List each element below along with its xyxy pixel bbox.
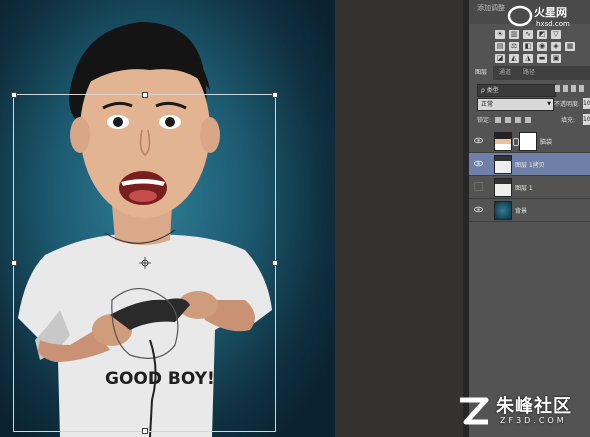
- tab-channels[interactable]: 通道: [493, 66, 517, 80]
- selective-color-icon[interactable]: ▣: [551, 54, 561, 63]
- eye-icon[interactable]: [474, 136, 483, 145]
- transform-handle-top-right[interactable]: [272, 92, 278, 98]
- layer-thumbnail: [494, 178, 512, 197]
- transform-handle-top-left[interactable]: [11, 92, 17, 98]
- opacity-label: 不透明度:: [554, 101, 581, 108]
- invert-icon[interactable]: ◪: [495, 54, 505, 63]
- levels-icon[interactable]: ▥: [509, 30, 519, 39]
- blend-mode-select[interactable]: 正常 ▼: [477, 98, 554, 111]
- lock-transparent-icon[interactable]: [495, 116, 502, 123]
- workspace-background: [335, 0, 463, 437]
- layer-row[interactable]: 脑袋: [469, 130, 590, 153]
- adjustments-title: 添加调整: [477, 4, 505, 12]
- layer-name: 图层 1拷贝: [515, 162, 545, 169]
- color-lookup-icon[interactable]: ▦: [565, 42, 575, 51]
- tab-paths[interactable]: 路径: [517, 66, 541, 80]
- vibrance-icon[interactable]: ▽: [551, 30, 561, 39]
- color-balance-icon[interactable]: ⚖: [509, 42, 519, 51]
- visibility-toggle-off[interactable]: [474, 182, 483, 191]
- svg-text:火星网: 火星网: [534, 6, 567, 19]
- layer-name: 脑袋: [540, 139, 553, 146]
- chevron-down-icon: ▼: [547, 101, 551, 107]
- lock-image-icon[interactable]: [505, 116, 512, 123]
- panel-tabs: 图层 通道 路径: [469, 66, 590, 80]
- tab-layers[interactable]: 图层: [469, 66, 494, 80]
- hxsd-watermark-logo: 火星网 hxsd.com: [506, 3, 586, 29]
- layers-panel: 添加调整 ☀ ▥ ∿ ◩ ▽ ▤ ⚖ ◧ ◉ ◈ ▦ ◪ ◭ ◮ ▬ ▣ 图层 …: [469, 0, 590, 437]
- zf3d-logo-icon: [460, 397, 489, 425]
- layer-filter-select[interactable]: ρ 类型: [477, 84, 556, 97]
- eye-icon[interactable]: [474, 205, 483, 214]
- gradient-map-icon[interactable]: ▬: [537, 54, 547, 63]
- opacity-input[interactable]: 10: [583, 98, 590, 109]
- transform-bounding-box[interactable]: [13, 94, 276, 432]
- fill-label: 填充:: [561, 117, 576, 124]
- curves-icon[interactable]: ∿: [523, 30, 533, 39]
- layer-thumbnail: [494, 155, 512, 174]
- svg-text:hxsd.com: hxsd.com: [536, 20, 570, 28]
- transform-handle-bottom[interactable]: [142, 428, 148, 434]
- threshold-icon[interactable]: ◮: [523, 54, 533, 63]
- shape-filter-icon[interactable]: [579, 85, 584, 92]
- channel-mixer-icon[interactable]: ◈: [551, 42, 561, 51]
- layer-row[interactable]: 图层 1: [469, 176, 590, 199]
- black-white-icon[interactable]: ◧: [523, 42, 533, 51]
- pixel-filter-icon[interactable]: [555, 85, 560, 92]
- eye-icon[interactable]: [474, 159, 483, 168]
- filter-icons: [555, 85, 584, 92]
- layer-name: 背景: [515, 208, 528, 215]
- posterize-icon[interactable]: ◭: [509, 54, 519, 63]
- zf3d-name: 朱峰社区: [496, 396, 572, 417]
- lock-row: 锁定:: [477, 115, 532, 124]
- hue-saturation-icon[interactable]: ▤: [495, 42, 505, 51]
- exposure-icon[interactable]: ◩: [537, 30, 547, 39]
- adjustment-icons-row-2: ▤ ⚖ ◧ ◉ ◈ ▦: [495, 42, 575, 52]
- layer-thumbnail: [494, 201, 512, 220]
- lock-label: 锁定:: [477, 117, 492, 124]
- transform-handle-top[interactable]: [142, 92, 148, 98]
- transform-handle-right[interactable]: [272, 260, 278, 266]
- adjustment-icons-row-3: ◪ ◭ ◮ ▬ ▣: [495, 54, 561, 64]
- lock-all-icon[interactable]: [525, 116, 532, 123]
- document-canvas[interactable]: GOOD BOY!: [0, 0, 335, 437]
- layer-thumbnail: [494, 132, 512, 151]
- zf3d-watermark: 朱峰社区 ZF3D.COM: [456, 392, 586, 432]
- zf3d-url: ZF3D.COM: [500, 416, 567, 425]
- type-filter-icon[interactable]: [571, 85, 576, 92]
- fill-input[interactable]: 10: [583, 114, 590, 125]
- lock-position-icon[interactable]: [515, 116, 522, 123]
- layer-name: 图层 1: [515, 185, 533, 192]
- adjustment-filter-icon[interactable]: [563, 85, 568, 92]
- photo-filter-icon[interactable]: ◉: [537, 42, 547, 51]
- layer-row-selected[interactable]: 图层 1拷贝: [469, 153, 590, 176]
- transform-handle-left[interactable]: [11, 260, 17, 266]
- blend-mode-value: 正常: [481, 101, 494, 108]
- adjustment-icons-row-1: ☀ ▥ ∿ ◩ ▽: [495, 30, 561, 40]
- layer-mask-thumbnail[interactable]: [519, 132, 537, 151]
- layer-row[interactable]: 背景: [469, 199, 590, 222]
- brightness-icon[interactable]: ☀: [495, 30, 505, 39]
